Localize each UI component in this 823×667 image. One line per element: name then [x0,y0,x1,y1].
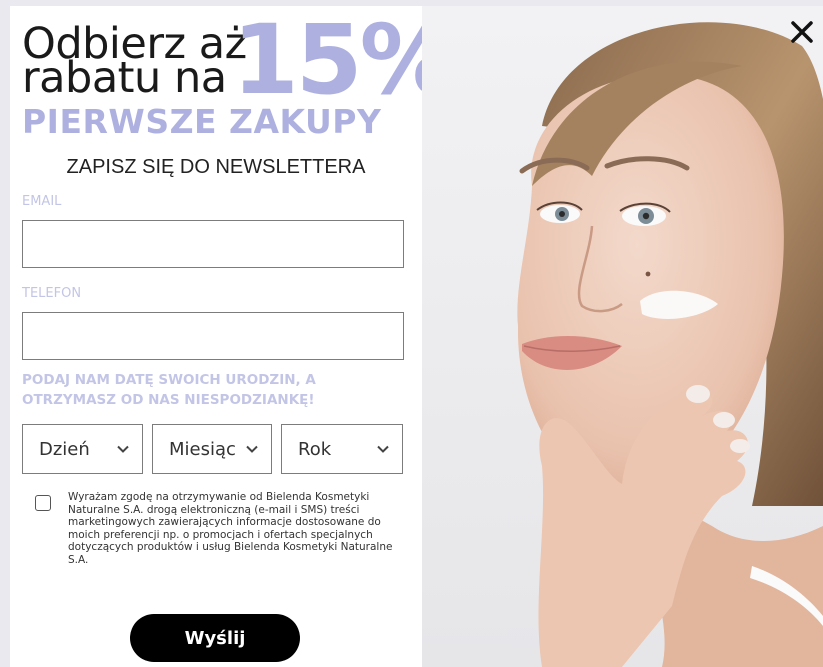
newsletter-title: ZAPISZ SIĘ DO NEWSLETTERA [66,156,366,178]
consent-text: Wyrażam zgodę na otrzymywanie od Bielend… [68,491,393,566]
model-photo [422,6,823,667]
close-icon[interactable] [789,19,815,45]
newsletter-popup: Odbierz aż rabatu na 15% PIERWSZE ZAKUPY… [10,6,823,667]
year-select[interactable]: Rok [281,424,403,474]
day-select[interactable]: Dzień [22,424,143,474]
phone-field[interactable] [22,312,404,360]
chevron-down-icon [246,445,258,453]
month-select-value: Miesiąc [169,438,236,460]
headline-line-2: rabatu na [22,53,227,103]
month-select[interactable]: Miesiąc [152,424,272,474]
email-field[interactable] [22,220,404,268]
phone-label: TELEFON [22,286,82,301]
year-select-value: Rok [298,438,332,460]
consent-checkbox[interactable] [35,495,51,511]
email-label: EMAIL [22,194,62,209]
newsletter-form: Odbierz aż rabatu na 15% PIERWSZE ZAKUPY… [10,6,456,667]
model-photo-illustration [422,6,823,667]
day-select-value: Dzień [39,438,90,460]
chevron-down-icon [377,445,389,453]
chevron-down-icon [117,445,129,453]
discount-value: 15% [232,6,456,116]
submit-button[interactable]: Wyślij [130,614,300,662]
birthday-label: PODAJ NAM DATĘ SWOICH URODZIN, A OTRZYMA… [22,372,316,408]
subheadline: PIERWSZE ZAKUPY [22,102,382,141]
